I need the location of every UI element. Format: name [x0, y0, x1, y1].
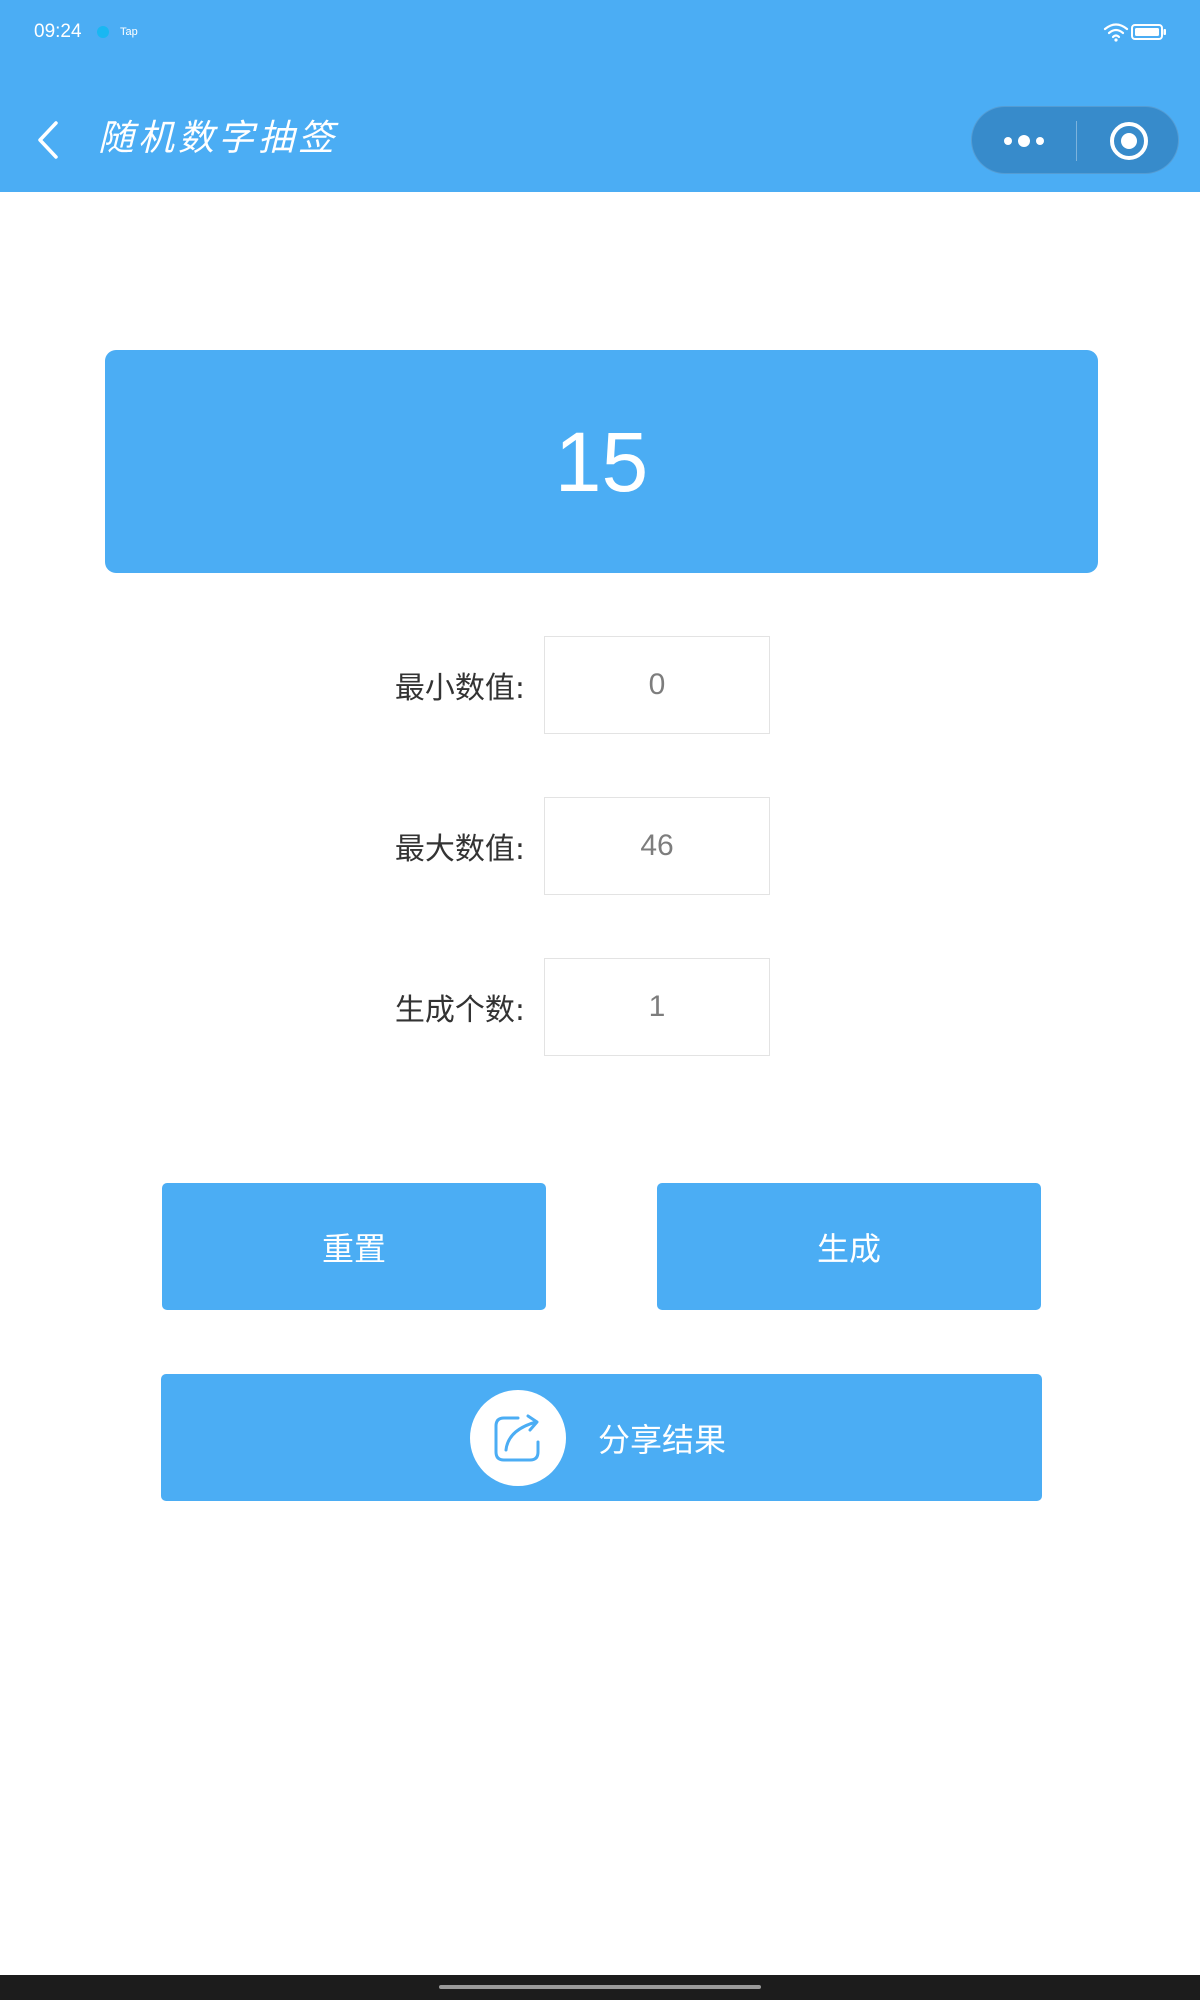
count-label: 生成个数:: [394, 993, 525, 1028]
max-value-row: 最大数值:: [0, 797, 1200, 895]
max-value-input[interactable]: [544, 797, 770, 895]
generate-button-label: 生成: [816, 1229, 881, 1268]
min-value-row: 最小数值:: [0, 636, 1200, 734]
system-navigation-bar: [0, 1975, 1200, 2000]
share-result-button[interactable]: 分享结果: [161, 1374, 1042, 1501]
status-time: 09:24: [34, 21, 82, 42]
generate-button[interactable]: 生成: [657, 1183, 1041, 1310]
wifi-icon: [1103, 23, 1129, 42]
max-value-label: 最大数值:: [394, 832, 525, 867]
nav-header: 09:24 Tap 随机数字抽签: [0, 0, 1200, 192]
close-button[interactable]: [1077, 107, 1180, 175]
more-dots-icon: [1003, 135, 1044, 147]
target-circle-icon: [1109, 122, 1148, 160]
more-button[interactable]: [972, 107, 1075, 175]
reset-button[interactable]: 重置: [162, 1183, 546, 1310]
count-input[interactable]: [544, 958, 770, 1056]
result-number: 15: [554, 414, 649, 509]
status-bar: 09:24 Tap: [0, 0, 1200, 64]
share-arrow-icon: [494, 1414, 540, 1462]
share-button-label: 分享结果: [598, 1420, 727, 1459]
notification-dot-icon: [97, 26, 109, 38]
share-icon-circle: [470, 1390, 566, 1486]
reset-button-label: 重置: [321, 1229, 386, 1268]
mini-program-capsule: [971, 106, 1179, 174]
back-button[interactable]: [26, 112, 70, 168]
battery-icon: [1131, 24, 1166, 40]
status-tap-label: Tap: [120, 26, 138, 38]
min-value-input[interactable]: [544, 636, 770, 734]
home-indicator[interactable]: [439, 1985, 761, 1989]
chevron-left-icon: [38, 121, 58, 159]
min-value-label: 最小数值:: [394, 671, 525, 706]
result-panel: 15: [105, 350, 1098, 573]
count-row: 生成个数:: [0, 958, 1200, 1056]
page-title: 随机数字抽签: [98, 118, 339, 159]
